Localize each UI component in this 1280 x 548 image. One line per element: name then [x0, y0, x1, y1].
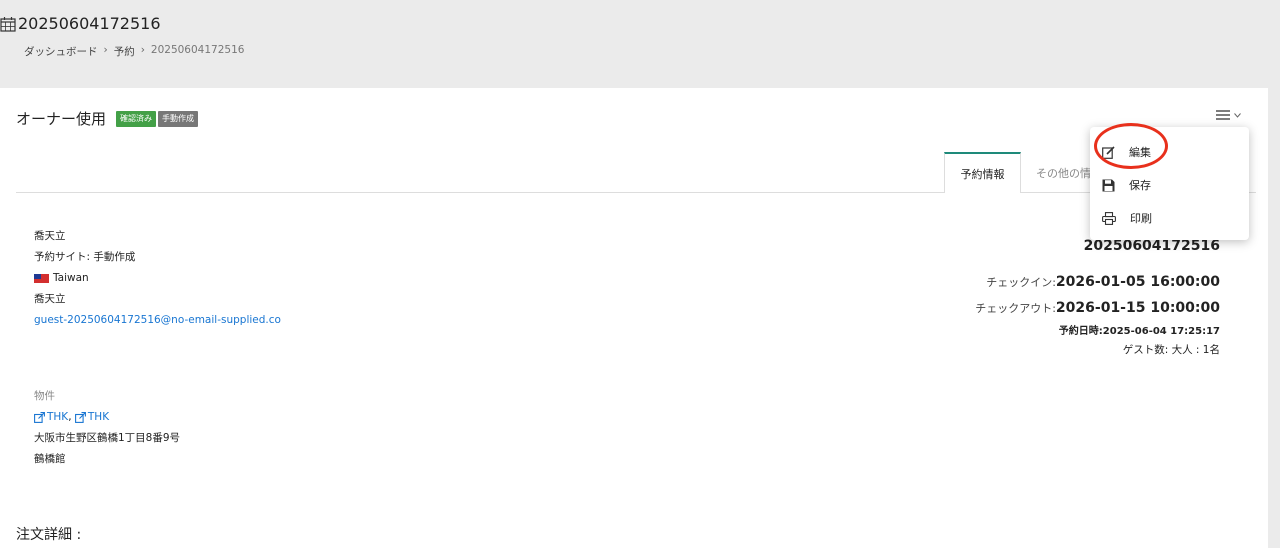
- guest-country-label: Taiwan: [53, 272, 89, 284]
- highlight-annotation: [1094, 123, 1168, 169]
- property-building: 鶴橋館: [34, 453, 66, 465]
- status-badge-manual: 手動作成: [158, 110, 199, 127]
- breadcrumb-current: 20250604172516: [150, 44, 245, 56]
- breadcrumb: ダッシュボード › 予約 › 20250604172516: [24, 44, 244, 59]
- property-link-label: THK: [47, 411, 69, 423]
- checkout-row: チェックアウト: 2026-01-15 10:00:00: [975, 300, 1220, 322]
- chevron-down-icon: [1234, 112, 1241, 118]
- menu-item-save[interactable]: 保存: [1102, 173, 1151, 197]
- breadcrumb-reservations[interactable]: 予約: [114, 44, 135, 59]
- booked-value: 2025-06-04 17:25:17: [1102, 326, 1220, 337]
- checkin-row: チェックイン: 2026-01-05 16:00:00: [975, 274, 1220, 300]
- card-title-text: オーナー使用: [16, 110, 107, 128]
- booking-site: 予約サイト: 手動作成: [34, 251, 136, 263]
- guest-email-link[interactable]: guest-20250604172516@no-email-supplied.c…: [34, 310, 281, 331]
- reservation-summary: 20250604172516 チェックイン: 2026-01-05 16:00:…: [975, 238, 1220, 362]
- guest-count: ゲスト数: 大人 : 1名: [1122, 344, 1220, 356]
- menu-item-save-label: 保存: [1129, 179, 1151, 192]
- order-detail-heading: 注文詳細 :: [16, 527, 82, 543]
- status-badge-confirmed: 確認済み: [116, 110, 157, 127]
- property-label: 物件: [34, 390, 55, 402]
- property-address: 大阪市生野区鶴橋1丁目8番9号: [34, 432, 181, 444]
- print-icon: [1102, 211, 1116, 225]
- tabs-divider: [16, 192, 1256, 193]
- external-link-icon: [74, 412, 86, 423]
- external-link-icon: [34, 412, 45, 423]
- page-title: 20250604172516: [0, 14, 161, 33]
- actions-menu-button[interactable]: [1216, 110, 1241, 120]
- hamburger-icon: [1216, 110, 1230, 120]
- menu-item-print[interactable]: 印刷: [1102, 206, 1152, 230]
- checkout-label: チェックアウト:: [975, 302, 1056, 315]
- booked-label: 予約日時:: [1058, 326, 1103, 337]
- property-link-label: THK: [87, 411, 110, 423]
- guest-name-secondary: 喬天立: [34, 293, 66, 305]
- save-icon: [1102, 179, 1115, 191]
- booked-row: 予約日時: 2025-06-04 17:25:17: [975, 322, 1220, 342]
- breadcrumb-separator: ›: [103, 44, 108, 56]
- property-info: 物件 THK , THK 大阪市生野区鶴橋1丁目8番9号 鶴橋館: [34, 386, 180, 470]
- property-link[interactable]: THK: [74, 407, 110, 428]
- property-links: THK , THK: [34, 407, 180, 428]
- reservation-card: オーナー使用 確認済み 手動作成 予約情報 その他の情 喬天立 予約サイト: 手…: [0, 88, 1268, 548]
- guest-info: 喬天立 予約サイト: 手動作成 Taiwan 喬天立 guest-2025060…: [34, 226, 281, 331]
- menu-item-print-label: 印刷: [1130, 212, 1152, 225]
- breadcrumb-dashboard[interactable]: ダッシュボード: [24, 44, 98, 59]
- calendar-icon: [0, 16, 16, 32]
- checkin-label: チェックイン:: [986, 276, 1056, 289]
- card-title: オーナー使用 確認済み 手動作成: [16, 108, 199, 129]
- taiwan-flag-icon: [34, 274, 49, 283]
- tab-reservation-info[interactable]: 予約情報: [944, 152, 1021, 193]
- guest-name: 喬天立: [34, 230, 66, 242]
- checkout-value: 2026-01-15 10:00:00: [1055, 300, 1220, 316]
- checkin-value: 2026-01-05 16:00:00: [1055, 274, 1220, 290]
- breadcrumb-separator: ›: [140, 44, 145, 56]
- reservation-id: 20250604172516: [1083, 238, 1220, 254]
- page-title-text: 20250604172516: [18, 14, 161, 33]
- guest-country: Taiwan: [34, 268, 281, 289]
- property-link[interactable]: THK: [34, 407, 68, 428]
